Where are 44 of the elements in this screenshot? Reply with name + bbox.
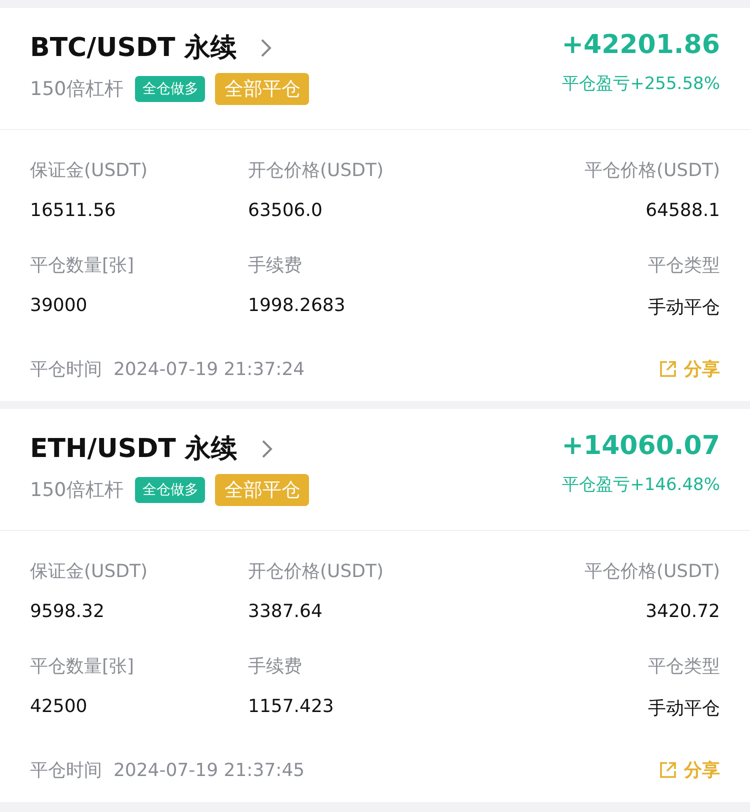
field-value: 3387.64 xyxy=(248,601,324,622)
symbol-title: ETH/USDT 永续 xyxy=(30,433,237,466)
symbol-title: BTC/USDT 永续 xyxy=(30,32,236,65)
field-label: 手续费 xyxy=(248,655,303,678)
pnl-amount: +42201.86 xyxy=(562,30,720,60)
field-value: 16511.56 xyxy=(30,200,117,221)
close-type-tag: 全部平仓 xyxy=(215,474,310,506)
field-label: 平仓价格(USDT) xyxy=(584,560,720,583)
field-label: 开仓价格(USDT) xyxy=(248,159,385,182)
chevron-right-icon[interactable] xyxy=(260,438,273,458)
leverage-label: 150倍杠杆 xyxy=(30,478,124,503)
field-label: 平仓数量[张] xyxy=(30,655,136,678)
field-value: 9598.32 xyxy=(30,601,106,622)
margin-mode-tag: 全仓做多 xyxy=(135,76,206,102)
pnl-percent: 平仓盈亏+255.58% xyxy=(562,73,720,95)
share-icon xyxy=(658,760,678,780)
field-value: 1157.423 xyxy=(248,696,335,717)
pnl-percent: 平仓盈亏+146.48% xyxy=(562,474,720,496)
field-label: 手续费 xyxy=(248,254,303,277)
share-icon xyxy=(658,359,678,379)
field-value: 手动平仓 xyxy=(648,296,720,319)
field-value: 64588.1 xyxy=(646,200,720,221)
chevron-right-icon[interactable] xyxy=(260,38,272,58)
margin-mode-tag: 全仓做多 xyxy=(135,477,206,503)
close-type-tag: 全部平仓 xyxy=(215,73,310,105)
share-button[interactable]: 分享 xyxy=(658,758,720,782)
field-label: 平仓价格(USDT) xyxy=(584,159,720,182)
field-label: 开仓价格(USDT) xyxy=(248,560,385,583)
field-label: 平仓数量[张] xyxy=(30,254,136,277)
field-value: 63506.0 xyxy=(248,200,324,221)
field-value: 1998.2683 xyxy=(248,295,346,316)
field-label: 保证金(USDT) xyxy=(30,159,149,182)
leverage-label: 150倍杠杆 xyxy=(30,77,124,102)
field-value: 3420.72 xyxy=(646,601,720,622)
field-label: 平仓类型 xyxy=(648,655,720,678)
pnl-amount: +14060.07 xyxy=(562,431,720,461)
field-value: 手动平仓 xyxy=(648,697,720,720)
close-time: 平仓时间 2024-07-19 21:37:45 xyxy=(30,759,305,782)
field-label: 保证金(USDT) xyxy=(30,560,149,583)
field-value: 39000 xyxy=(30,295,88,316)
field-label: 平仓类型 xyxy=(648,254,720,277)
close-time: 平仓时间 2024-07-19 21:37:24 xyxy=(30,358,305,381)
field-value: 42500 xyxy=(30,696,88,717)
share-button[interactable]: 分享 xyxy=(658,357,720,381)
